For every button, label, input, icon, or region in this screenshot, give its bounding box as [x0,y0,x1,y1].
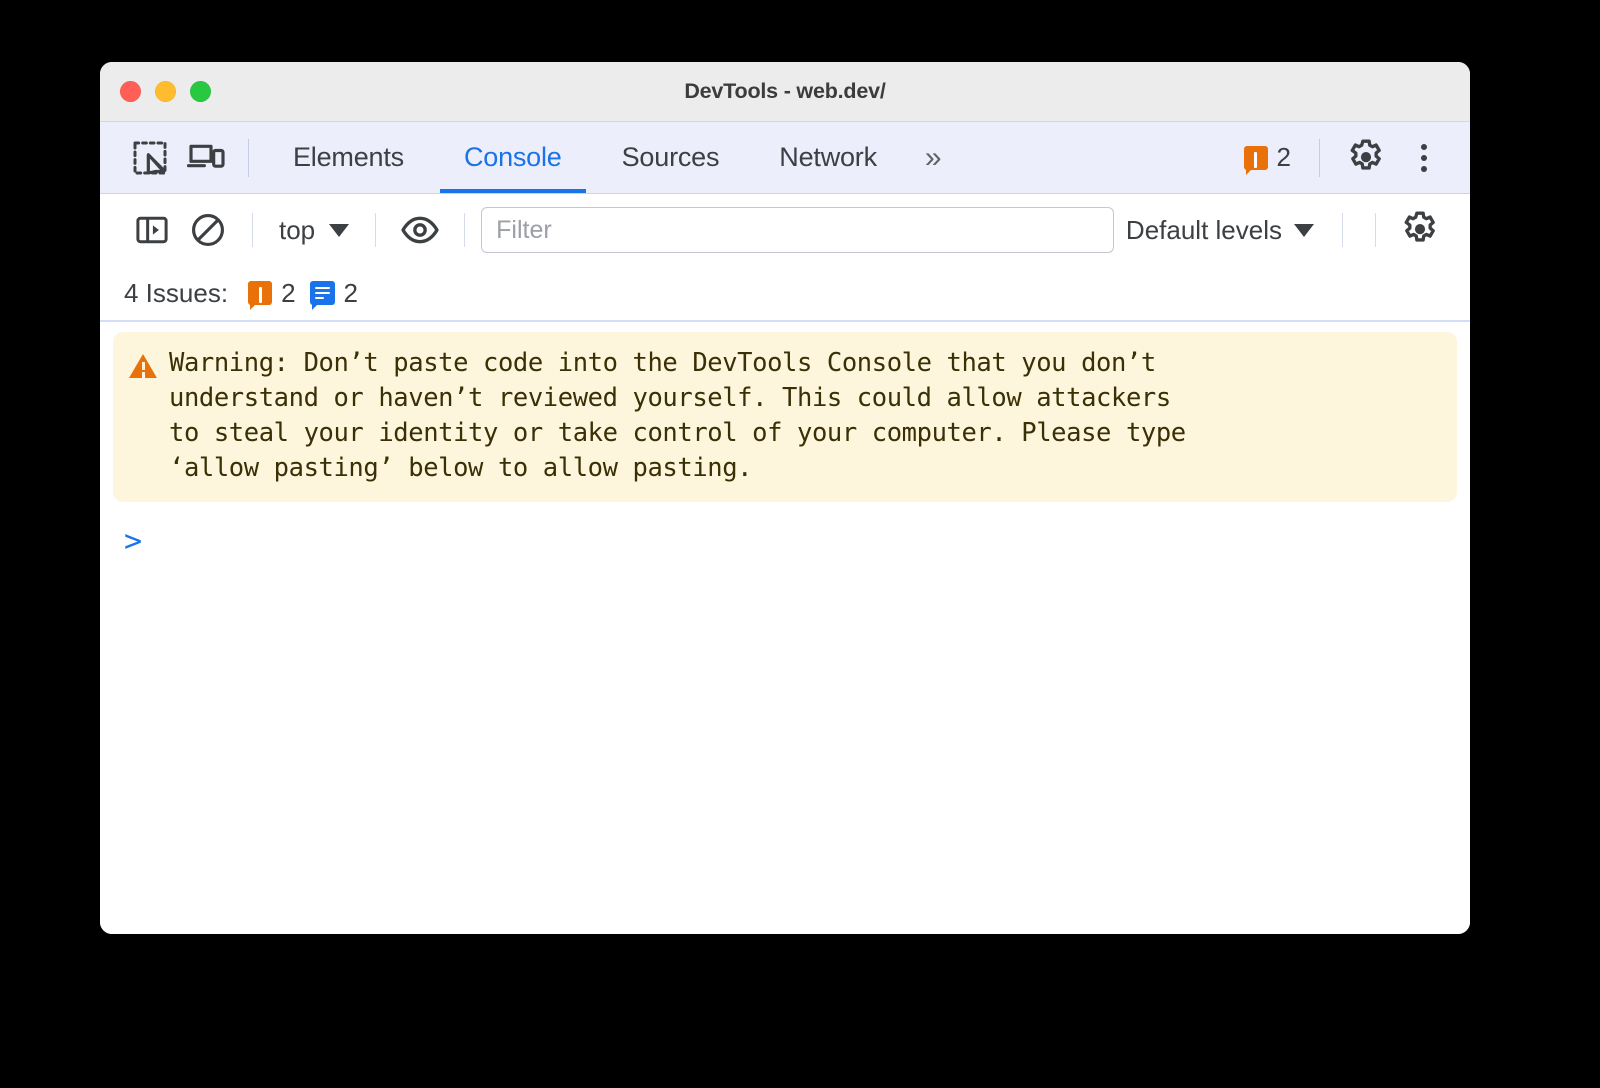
chevron-down-icon [329,223,350,237]
warning-triangle-icon [129,354,157,378]
issues-warning-group[interactable]: 2 [248,277,296,310]
console-settings-gear-icon[interactable] [1392,202,1448,258]
warning-badge-icon [1243,145,1268,175]
toolbar-divider-5 [1375,213,1376,247]
inspect-element-icon[interactable] [122,130,178,186]
tabstrip-right-actions: 2 [1234,130,1450,186]
paste-warning-text: Warning: Don’t paste code into the DevTo… [169,348,1186,483]
issues-warning-count: 2 [281,277,296,308]
tab-console[interactable]: Console [434,122,592,193]
window-titlebar: DevTools - web.dev/ [100,62,1470,122]
clear-console-icon[interactable] [180,202,236,258]
minimize-window-button[interactable] [155,81,176,102]
issues-summary-bar[interactable]: 4 Issues: 2 2 [100,266,1470,322]
tab-sources[interactable]: Sources [592,122,750,193]
issues-info-count: 2 [343,277,358,308]
traffic-light-group [120,81,211,102]
tab-console-label: Console [463,142,562,172]
panel-tabs: Elements Console Sources Network [263,122,907,193]
filter-input[interactable] [481,207,1114,253]
execution-context-value: top [279,214,316,245]
tabstrip-divider [248,138,249,177]
console-sidebar-icon[interactable] [124,202,180,258]
tab-network[interactable]: Network [749,122,907,193]
issues-count-label: 4 Issues: [124,277,229,308]
log-levels-value: Default levels [1125,214,1282,245]
console-toolbar: top Default levels [100,194,1470,266]
prompt-chevron-icon: > [124,524,143,559]
warning-badge-icon [248,281,273,310]
levels-chevron-down-icon [1294,223,1314,237]
toolbar-divider-2 [375,213,377,247]
device-toolbar-icon[interactable] [178,130,234,186]
tab-elements-label: Elements [293,142,404,172]
issues-info-group[interactable]: 2 [309,277,358,310]
screen: DevTools - web.dev/ Elements Console Sou… [0,0,1600,1088]
paste-warning-banner: Warning: Don’t paste code into the DevTo… [113,332,1457,502]
console-prompt-row[interactable]: > [113,516,1457,568]
gear-icon[interactable] [1338,130,1394,186]
close-window-button[interactable] [120,81,141,102]
window-title: DevTools - web.dev/ [684,79,886,103]
toolbar-divider-4 [1342,213,1343,247]
kebab-menu-icon[interactable] [1398,132,1450,184]
tabstrip-issue-count: 2 [1276,142,1291,172]
console-prompt-input[interactable] [142,516,1457,568]
devtools-window: DevTools - web.dev/ Elements Console Sou… [100,62,1470,934]
toolbar-divider-3 [464,213,466,247]
tab-sources-label: Sources [621,142,720,172]
toolbar-divider-1 [252,213,253,247]
console-output-area: Warning: Don’t paste code into the DevTo… [100,322,1470,934]
live-expression-eye-icon[interactable] [392,202,448,258]
devtools-tabstrip: Elements Console Sources Network » 2 [100,122,1470,194]
tabstrip-right-divider [1319,138,1320,177]
log-levels-selector[interactable]: Default levels [1114,211,1326,250]
info-badge-icon [309,281,335,310]
issues-counter-button[interactable]: 2 [1234,138,1301,177]
tab-elements[interactable]: Elements [263,122,434,193]
more-tabs-chevron-icon[interactable]: » [907,142,957,173]
execution-context-selector[interactable]: top [269,211,359,250]
tab-network-label: Network [779,142,877,172]
maximize-window-button[interactable] [190,81,211,102]
